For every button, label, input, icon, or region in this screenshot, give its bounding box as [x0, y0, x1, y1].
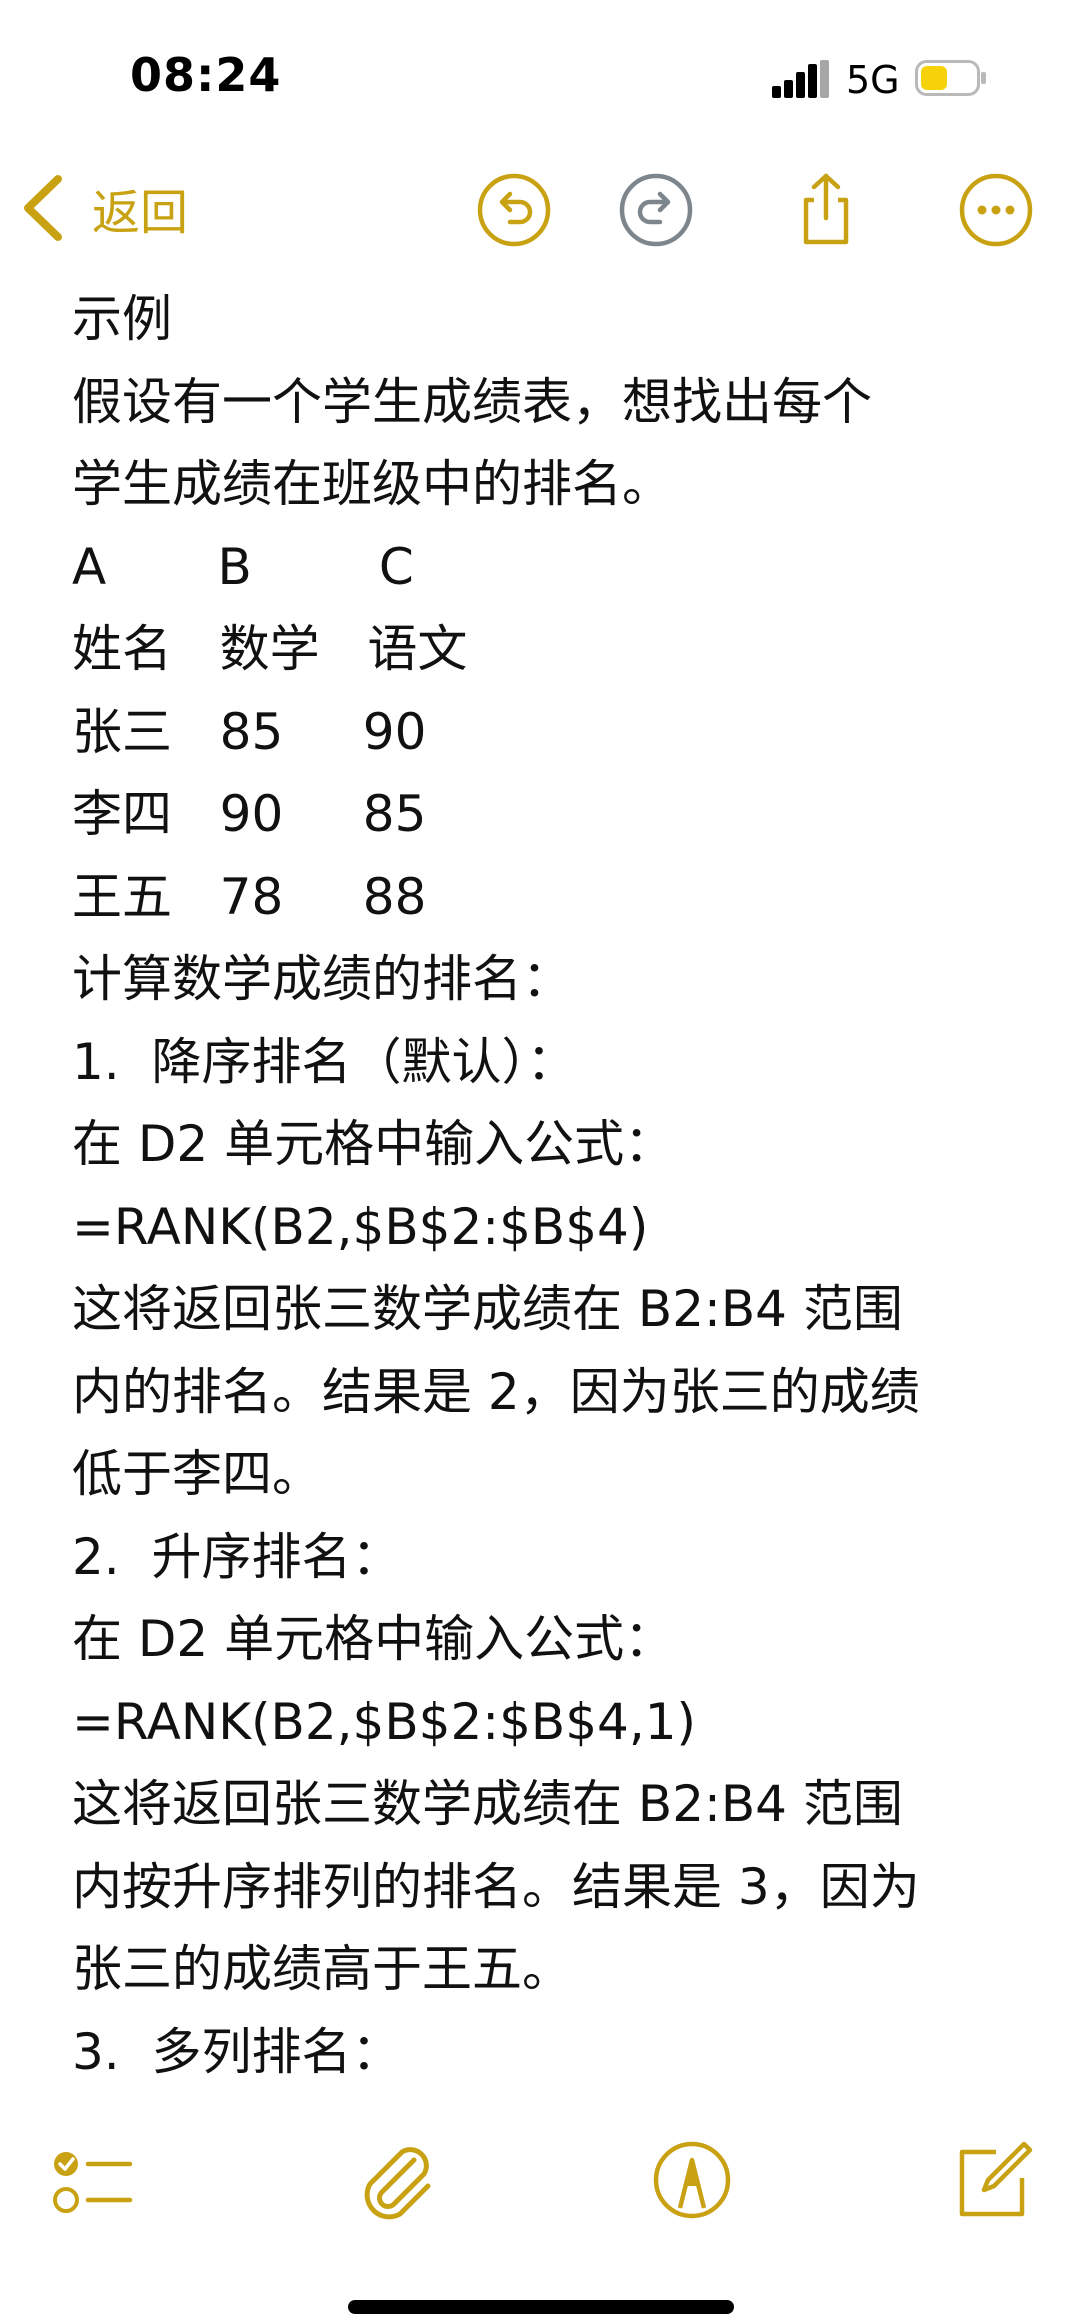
note-line: 这将返回张三数学成绩在 B2:B4 范围 [72, 1280, 903, 1338]
note-line: 学生成绩在班级中的排名。 [72, 455, 672, 513]
redo-button[interactable] [618, 172, 694, 248]
more-button[interactable] [958, 172, 1034, 248]
note-line: 假设有一个学生成绩表，想找出每个 [72, 372, 872, 431]
note-line: 李四 90 85 [72, 785, 427, 843]
markup-pen-icon [653, 2141, 731, 2219]
share-icon [803, 173, 849, 245]
checklist-button[interactable] [50, 2138, 134, 2222]
note-line: 内的排名。结果是 2，因为张三的成绩 [72, 1362, 920, 1421]
share-button[interactable] [788, 172, 864, 248]
note-body[interactable]: 示例 假设有一个学生成绩表，想找出每个 学生成绩在班级中的排名。 A B C 姓… [72, 278, 1032, 2108]
signal-icon [772, 60, 829, 98]
status-time: 08:24 [130, 48, 282, 102]
back-button[interactable]: 返回 [20, 168, 188, 248]
note-line: 王五 78 88 [72, 867, 427, 926]
note-line: 张三 85 90 [72, 702, 427, 761]
chevron-left-icon [24, 175, 62, 241]
undo-icon [477, 173, 551, 247]
battery-icon [915, 60, 986, 96]
status-bar: 08:24 5G [0, 0, 1080, 150]
note-line: 1. 降序排名（默认）： [72, 1032, 577, 1091]
note-line: 示例 [72, 290, 172, 348]
note-line: 姓名 数学 语文 [72, 620, 468, 678]
checklist-icon [53, 2152, 133, 2213]
redo-icon [619, 173, 693, 247]
more-icon [959, 173, 1033, 247]
note-line: 在 D2 单元格中输入公式： [72, 1115, 675, 1173]
note-line: 张三的成绩高于王五。 [72, 1940, 572, 1998]
network-label: 5G [846, 58, 900, 102]
note-line: 这将返回张三数学成绩在 B2:B4 范围 [72, 1775, 903, 1833]
note-line: 内按升序排列的排名。结果是 3，因为 [72, 1857, 920, 1916]
back-label: 返回 [92, 185, 189, 241]
note-line: 在 D2 单元格中输入公式： [72, 1610, 675, 1668]
markup-button[interactable] [650, 2138, 734, 2222]
undo-button[interactable] [476, 172, 552, 248]
paperclip-icon [364, 2147, 431, 2220]
note-line: 3. 多列排名： [72, 2022, 402, 2081]
note-line: A B C [72, 537, 414, 596]
note-line: 低于李四。 [72, 1445, 322, 1503]
note-line: 计算数学成绩的排名： [72, 950, 572, 1008]
compose-icon [959, 2141, 1033, 2217]
bottom-toolbar [0, 2100, 1080, 2270]
compose-button[interactable] [950, 2138, 1034, 2222]
home-indicator[interactable] [348, 2300, 734, 2314]
note-line: 2. 升序排名： [72, 1527, 402, 1586]
navigation-bar: 返回 [0, 150, 1080, 270]
attach-button[interactable] [354, 2138, 438, 2222]
note-line: =RANK(B2,$B$2:$B$4,1) [72, 1692, 697, 1751]
note-line: =RANK(B2,$B$2:$B$4) [72, 1197, 649, 1256]
